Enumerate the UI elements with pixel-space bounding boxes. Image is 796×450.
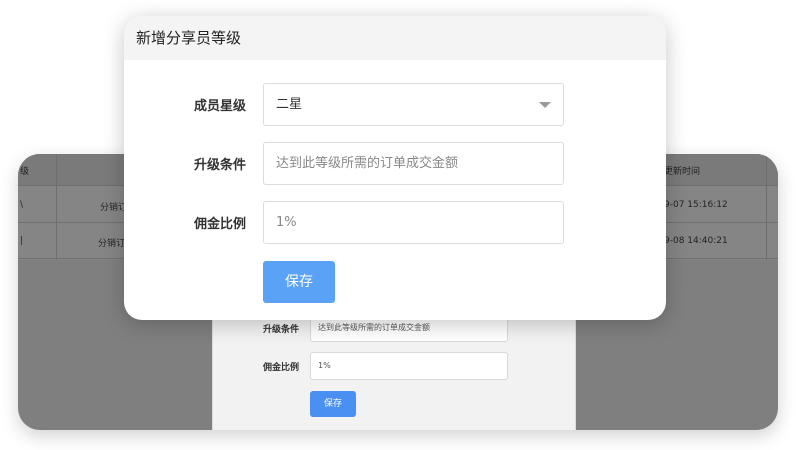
commission-ratio-input[interactable]: 1%: [310, 352, 508, 380]
member-star-level-value: 二星: [276, 97, 303, 112]
screen: 级 更新时间 \ 分销订 9-07 15:16:12 | 分销订 9-08 14…: [0, 0, 796, 450]
row-level-cell: |: [20, 236, 24, 246]
row-type-cell: 分销订: [98, 239, 126, 249]
save-button[interactable]: 保存: [310, 391, 356, 417]
upgrade-condition-input[interactable]: 达到此等级所需的订单成交金额: [263, 142, 564, 185]
commission-ratio-input[interactable]: 1%: [263, 201, 564, 244]
row-level-cell: \: [20, 200, 24, 210]
commission-ratio-label: 佣金比例: [263, 363, 300, 373]
member-star-level-label: 成员星级: [194, 99, 247, 114]
row-time-cell: 9-08 14:40:21: [664, 236, 728, 246]
column-header-updated-time: 更新时间: [664, 167, 701, 177]
modal-header: 新增分享员等级: [124, 16, 666, 60]
add-sharer-level-modal: 新增分享员等级 成员星级 二星 升级条件 达到此等级所需的订单成交金额 佣金比例…: [124, 16, 666, 320]
save-button[interactable]: 保存: [263, 261, 335, 303]
column-header-level: 级: [20, 167, 30, 177]
row-time-cell: 9-07 15:16:12: [664, 200, 728, 210]
member-star-level-select[interactable]: 二星: [263, 83, 564, 126]
modal-title: 新增分享员等级: [136, 29, 242, 47]
row-type-cell: 分销订: [100, 203, 128, 213]
upgrade-condition-label: 升级条件: [263, 325, 300, 335]
chevron-down-icon: [539, 102, 551, 108]
upgrade-condition-label: 升级条件: [194, 158, 247, 173]
commission-ratio-label: 佣金比例: [194, 217, 247, 232]
